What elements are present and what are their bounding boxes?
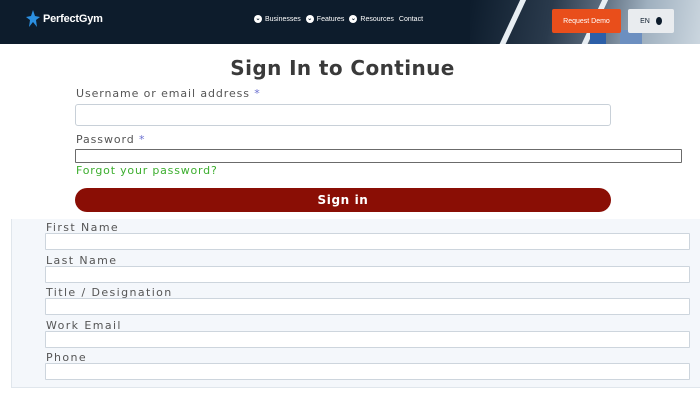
page-title: Sign In to Continue (230, 56, 455, 80)
nav-item-label: Businesses (265, 15, 301, 23)
chevron-down-icon: ⌄ (305, 15, 314, 23)
forgot-password-link[interactable]: Forgot your password? (76, 164, 218, 177)
chevron-down-icon: ⌄ (349, 15, 358, 23)
password-label: Password * (76, 133, 145, 146)
main-menu: ⌄ Businesses ⌄ Features ⌄ Resources Cont… (254, 15, 423, 23)
password-label-text: Password (76, 133, 135, 146)
sign-in-panel: Sign In to Continue Username or email ad… (0, 44, 700, 219)
brand-name: PerfectGym (43, 13, 103, 25)
nav-item-label: Features (316, 15, 345, 23)
username-input[interactable] (75, 104, 611, 126)
top-navigation: PerfectGym ⌄ Businesses ⌄ Features ⌄ Res… (0, 0, 700, 44)
last-name-field[interactable] (45, 266, 690, 283)
chevron-down-icon: ⌄ (254, 15, 262, 23)
nav-item-label: Resources (360, 15, 394, 23)
sign-in-button[interactable]: Sign in (75, 188, 611, 212)
nav-item-features[interactable]: ⌄ Features (305, 15, 345, 23)
request-demo-button[interactable]: Request Demo (552, 9, 621, 33)
nav-item-label: Contact (398, 15, 424, 23)
brand-logo[interactable]: PerfectGym (26, 9, 103, 29)
required-marker: * (254, 87, 261, 100)
username-label-text: Username or email address (76, 87, 250, 100)
title-designation-field[interactable] (45, 298, 690, 315)
first-name-field[interactable] (45, 233, 690, 250)
star-logo-icon (26, 10, 40, 27)
password-input[interactable] (75, 149, 682, 163)
phone-field[interactable] (45, 363, 690, 380)
language-label: EN (640, 17, 650, 25)
nav-item-contact[interactable]: Contact (399, 16, 423, 23)
language-selector[interactable]: EN (628, 9, 674, 33)
username-label: Username or email address * (76, 87, 261, 100)
work-email-field[interactable] (45, 331, 690, 348)
nav-item-businesses[interactable]: ⌄ Businesses (254, 15, 301, 23)
required-marker: * (139, 133, 146, 146)
nav-item-resources[interactable]: ⌄ Resources (349, 15, 394, 23)
language-toggle-icon (655, 17, 662, 25)
